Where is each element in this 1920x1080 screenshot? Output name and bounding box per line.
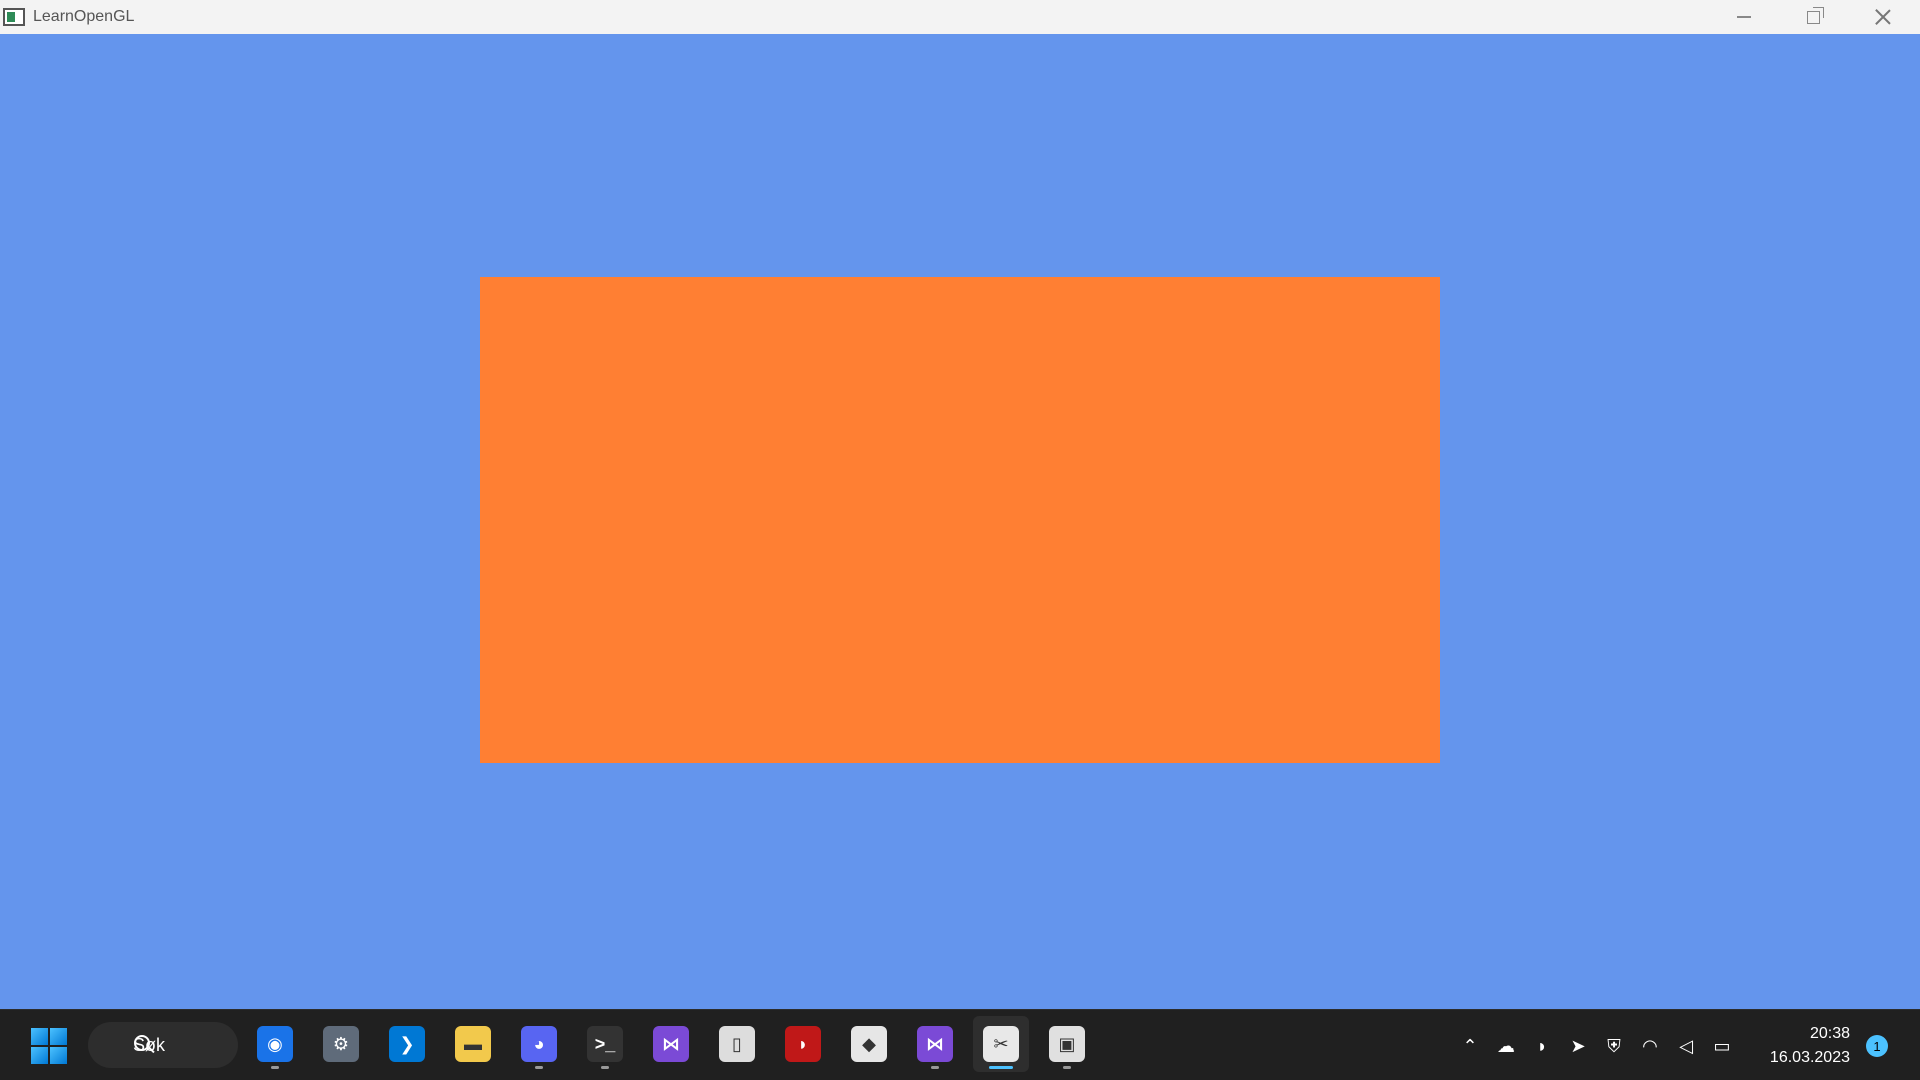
- close-icon: [1875, 9, 1891, 25]
- taskbar-app-terminal[interactable]: >_: [577, 1016, 633, 1072]
- chevron-up-icon[interactable]: ⌃: [1455, 1028, 1485, 1064]
- taskbar-app-app-square[interactable]: ▯: [709, 1016, 765, 1072]
- volume-icon[interactable]: ◁: [1671, 1028, 1701, 1064]
- arrow-icon[interactable]: ➤: [1563, 1028, 1593, 1064]
- chrome-dev-icon: ◉: [257, 1026, 293, 1062]
- app-square-icon: ▯: [719, 1026, 755, 1062]
- gear-icon: ⚙: [323, 1026, 359, 1062]
- taskbar-app-discord[interactable]: ◕: [511, 1016, 567, 1072]
- taskbar-app-snipping-tool[interactable]: ✂: [973, 1016, 1029, 1072]
- wifi-icon[interactable]: ◠: [1635, 1028, 1665, 1064]
- clock-date: 16.03.2023: [1769, 1049, 1850, 1066]
- discord-icon: ◕: [521, 1026, 557, 1062]
- orange-rectangle: [480, 277, 1440, 763]
- taskbar-app-visual-studio-2[interactable]: ⋈: [907, 1016, 963, 1072]
- minimize-icon: [1737, 16, 1751, 18]
- taskbar-app-mcafee[interactable]: ◗: [775, 1016, 831, 1072]
- shield-icon[interactable]: ⛨: [1599, 1028, 1629, 1064]
- taskbar-app-roblox[interactable]: ◆: [841, 1016, 897, 1072]
- start-button[interactable]: [31, 1028, 67, 1064]
- running-indicator: [535, 1066, 543, 1069]
- taskbar-app-vscode[interactable]: ❯: [379, 1016, 435, 1072]
- cloud-icon[interactable]: ☁: [1491, 1028, 1521, 1064]
- title-bar[interactable]: LearnOpenGL: [0, 0, 1920, 34]
- vscode-icon: ❯: [389, 1026, 425, 1062]
- clock[interactable]: 20:38 16.03.2023: [1760, 1022, 1850, 1070]
- window-app-icon: ▣: [1049, 1026, 1085, 1062]
- taskbar-app-chrome-dev[interactable]: ◉: [247, 1016, 303, 1072]
- window-title: LearnOpenGL: [33, 8, 135, 25]
- mcafee-icon: ◗: [785, 1026, 821, 1062]
- restore-icon: [1806, 6, 1824, 24]
- taskbar-app-visual-studio[interactable]: ⋈: [643, 1016, 699, 1072]
- opengl-viewport[interactable]: [0, 34, 1920, 1009]
- running-indicator: [931, 1066, 939, 1069]
- roblox-icon: ◆: [851, 1026, 887, 1062]
- visual-studio-icon: ⋈: [653, 1026, 689, 1062]
- taskbar-app-file-explorer[interactable]: ▬: [445, 1016, 501, 1072]
- close-button[interactable]: [1848, 0, 1918, 34]
- snipping-tool-icon: ✂: [983, 1026, 1019, 1062]
- visual-studio-icon: ⋈: [917, 1026, 953, 1062]
- search-icon: [134, 1035, 150, 1051]
- search-box[interactable]: Søk: [88, 1022, 238, 1068]
- taskbar-app-learnopengl[interactable]: ▣: [1039, 1016, 1095, 1072]
- taskbar-app-settings[interactable]: ⚙: [313, 1016, 369, 1072]
- minimize-button[interactable]: [1709, 0, 1779, 34]
- terminal-icon: >_: [587, 1026, 623, 1062]
- restore-button[interactable]: [1778, 0, 1848, 34]
- notification-badge[interactable]: 1: [1866, 1035, 1888, 1057]
- mcafee-icon[interactable]: ◗: [1527, 1028, 1557, 1064]
- window-app-icon: [3, 8, 25, 26]
- battery-icon[interactable]: ▭: [1707, 1028, 1737, 1064]
- running-indicator: [989, 1066, 1013, 1069]
- windows-logo-icon: [31, 1028, 48, 1045]
- taskbar: Søk ◉ ⚙ ❯ ▬ ◕ >_ ⋈ ▯ ◗ ◆ ⋈ ✂ ▣ ⌃ ☁ ◗ ➤ ⛨ ◠ ◁ ▭ 20:38 16.03.…: [0, 1009, 1920, 1080]
- running-indicator: [1063, 1066, 1071, 1069]
- running-indicator: [601, 1066, 609, 1069]
- folder-icon: ▬: [455, 1026, 491, 1062]
- running-indicator: [271, 1066, 279, 1069]
- clock-time: 20:38: [1809, 1025, 1850, 1042]
